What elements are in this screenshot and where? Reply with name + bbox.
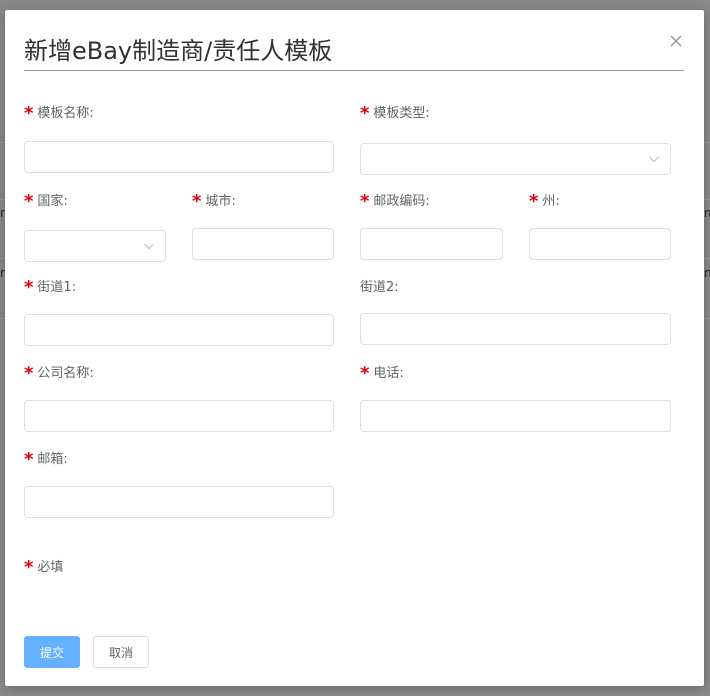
email-label: * 邮箱: xyxy=(24,449,68,470)
required-mark: * xyxy=(24,191,34,212)
required-mark: * xyxy=(24,363,34,384)
required-mark: * xyxy=(360,191,370,212)
postal-code-input[interactable] xyxy=(360,228,503,260)
city-label: * 城市: xyxy=(192,191,236,212)
required-mark: * xyxy=(360,103,370,124)
postal-code-label: * 邮政编码: xyxy=(360,191,430,212)
dialog-title: 新增eBay制造商/责任人模板 xyxy=(24,37,333,65)
street2-label: 街道2: xyxy=(360,280,399,295)
background-text: n xyxy=(704,206,710,220)
required-mark: * xyxy=(192,191,202,212)
template-name-label: * 模板名称: xyxy=(24,103,94,124)
background-text: n xyxy=(704,266,710,280)
country-label: * 国家: xyxy=(24,191,68,212)
close-icon xyxy=(670,35,682,47)
state-input[interactable] xyxy=(529,228,671,260)
city-input[interactable] xyxy=(192,228,334,260)
country-select[interactable] xyxy=(24,230,166,262)
required-mark: * xyxy=(24,103,34,124)
company-name-label: * 公司名称: xyxy=(24,363,94,384)
required-mark: * xyxy=(529,191,539,212)
template-dialog: 新增eBay制造商/责任人模板 * 模板名称: * 模板类型: * 国家: * 城市: … xyxy=(5,10,704,686)
close-button[interactable] xyxy=(667,32,685,50)
cancel-button[interactable]: 取消 xyxy=(93,636,149,668)
street2-input[interactable] xyxy=(360,313,671,345)
required-mark: * xyxy=(24,277,34,298)
country-input[interactable] xyxy=(24,230,166,262)
state-label: * 州: xyxy=(529,191,560,212)
title-divider xyxy=(24,70,684,71)
required-mark: * xyxy=(24,557,34,578)
template-type-label: * 模板类型: xyxy=(360,103,430,124)
email-input[interactable] xyxy=(24,486,334,518)
submit-button[interactable]: 提交 xyxy=(24,636,80,668)
template-type-select[interactable] xyxy=(360,143,671,175)
template-type-input[interactable] xyxy=(360,143,671,175)
company-name-input[interactable] xyxy=(24,400,334,432)
required-mark: * xyxy=(24,449,34,470)
required-mark: * xyxy=(360,363,370,384)
required-legend: * 必填 xyxy=(24,557,64,578)
phone-label: * 电话: xyxy=(360,363,404,384)
street1-label: * 街道1: xyxy=(24,277,77,298)
street1-input[interactable] xyxy=(24,314,334,346)
template-name-input[interactable] xyxy=(24,141,334,173)
phone-input[interactable] xyxy=(360,400,671,432)
